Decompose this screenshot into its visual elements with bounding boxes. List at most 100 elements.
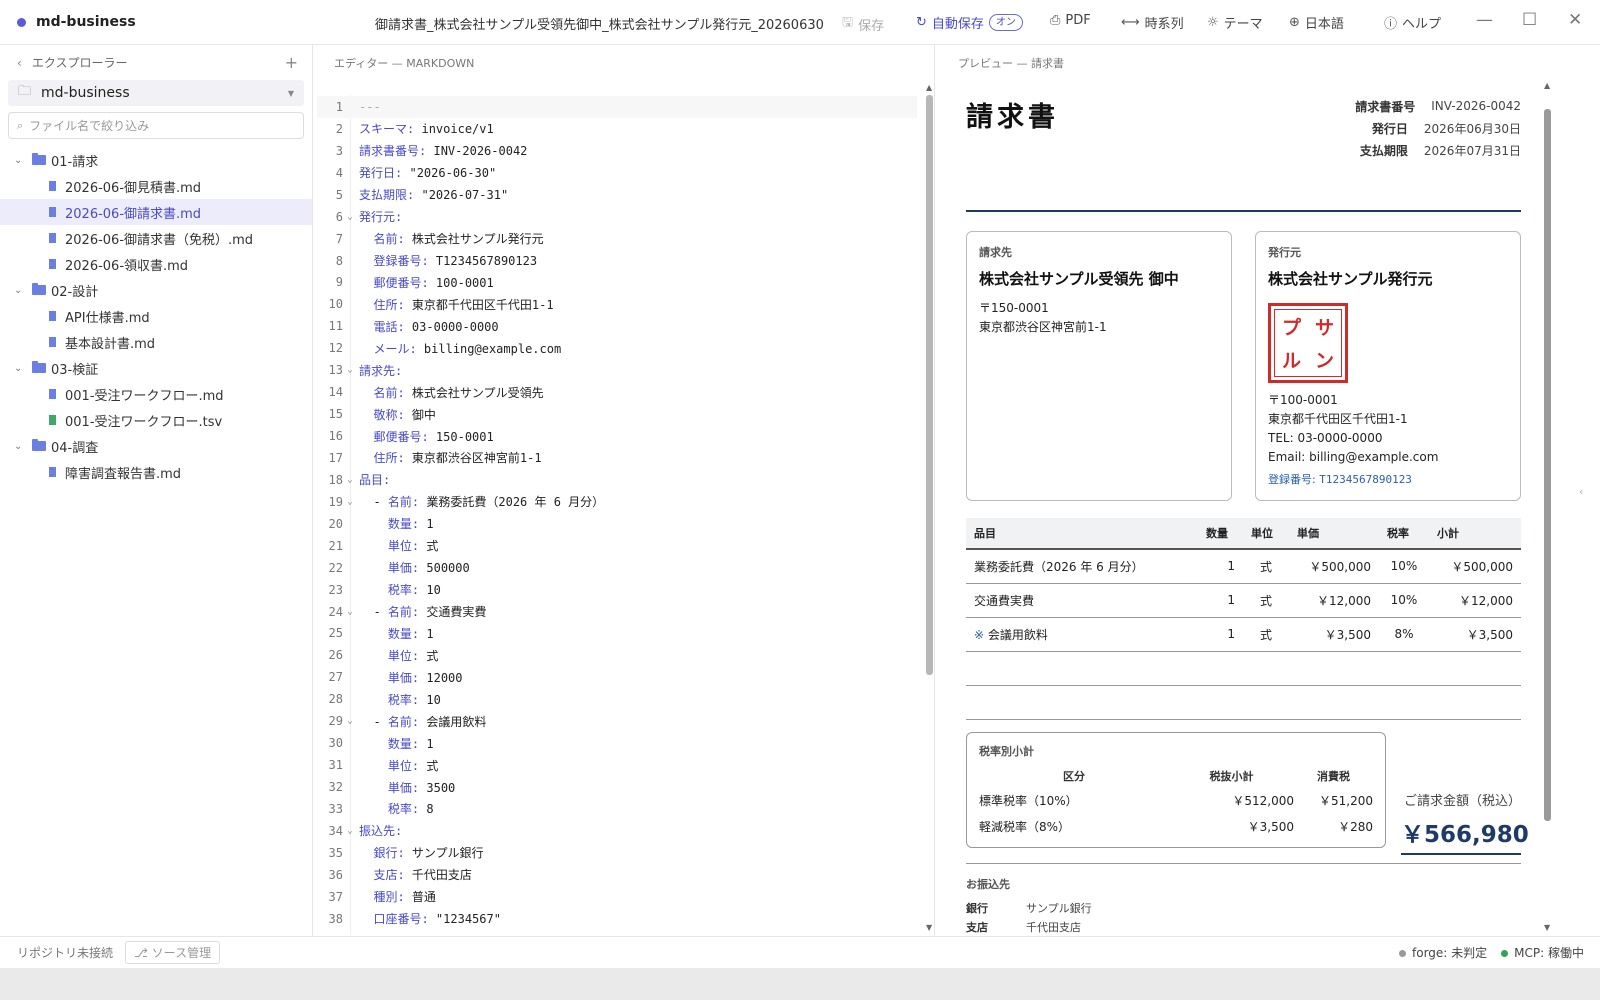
col-price: 単価 [1289, 518, 1379, 550]
minimize-icon[interactable]: — [1476, 10, 1493, 30]
tree-label: 001-受注ワークフロー.md [65, 388, 224, 404]
globe-icon: ⊕ [1289, 15, 1300, 30]
yaml-colon: : [411, 692, 427, 707]
fold-chevron-icon[interactable]: ⌄ [343, 826, 357, 836]
editor-scrollbar[interactable] [926, 95, 933, 675]
empty-cell [1379, 685, 1429, 720]
preview-scroll-down-icon[interactable]: ▼ [1544, 923, 1550, 932]
line-number: 5 [335, 187, 343, 202]
fold-chevron-icon[interactable]: ⌄ [343, 497, 357, 507]
code-line: 19 ⌄ - 名前: 業務委託費（2026 年 6 月分） [317, 491, 917, 513]
source-control-button[interactable]: ⎇ ソース管理 [125, 941, 221, 964]
yaml-value: 1 [426, 736, 434, 751]
tree-file[interactable]: 2026-06-領収書.md [0, 251, 312, 277]
tree-folder[interactable]: ⌄ 01-請求 [0, 147, 312, 173]
help-button[interactable]: ⓘ ヘルプ [1384, 13, 1441, 32]
tree-file[interactable]: 001-受注ワークフロー.md [0, 381, 312, 407]
fold-chevron-icon[interactable]: ⌄ [343, 365, 357, 375]
issuer-name: 株式会社サンプル発行元 [1268, 270, 1433, 288]
code-line: 1 --- [317, 96, 917, 118]
chevron-down-icon: ⌄ [14, 284, 23, 296]
issuer-card: 発行元 株式会社サンプル発行元 プサルン 〒100-0001 東京都千代田区千代… [1255, 231, 1521, 501]
preview-scrollbar[interactable] [1544, 109, 1551, 821]
tree-folder[interactable]: ⌄ 04-調査 [0, 433, 312, 459]
file-filter-input[interactable]: ⌕ ファイル名で絞り込み [8, 112, 304, 139]
code-text: 単価: 3500 [357, 779, 455, 796]
close-icon[interactable]: ✕ [1568, 10, 1582, 30]
pdf-button[interactable]: ⎙ PDF [1050, 13, 1091, 28]
bank-key: 銀行 [966, 901, 988, 915]
yaml-value: invoice/v1 [421, 122, 494, 137]
language-button[interactable]: ⊕ 日本語 [1289, 13, 1344, 32]
yaml-value: 10 [426, 692, 441, 707]
fold-chevron-icon[interactable]: ⌄ [343, 475, 357, 485]
yaml-key: 数量 [387, 626, 412, 641]
yaml-key: 種別 [373, 890, 398, 905]
tree-label: 2026-06-御請求書.md [65, 206, 202, 222]
yaml-colon: : [407, 188, 422, 203]
code-line: 27 単価: 12000 [317, 666, 917, 688]
tree-file[interactable]: 2026-06-御請求書.md [0, 199, 312, 225]
scroll-down-icon[interactable]: ▼ [926, 923, 932, 932]
yaml-key: 住所 [373, 297, 398, 312]
yaml-colon: : [397, 868, 412, 883]
autosave-toggle[interactable]: ↻ 自動保存 オン [916, 13, 1023, 32]
code-line: 17 住所: 東京都渋谷区神宮前1-1 [317, 447, 917, 469]
tree-file[interactable]: 基本設計書.md [0, 329, 312, 355]
yaml-key: 単位 [387, 539, 412, 554]
fold-chevron-icon[interactable]: ⌄ [343, 607, 357, 617]
explorer-header: ‹ エクスプローラー + [0, 45, 312, 80]
history-button[interactable]: ⟷ 時系列 [1121, 13, 1184, 32]
mcp-status: MCP: 稼働中 [1501, 944, 1584, 961]
tree-label: API仕様書.md [65, 310, 150, 326]
code-line: 32 単価: 3500 [317, 776, 917, 798]
line-number: 17 [328, 450, 343, 465]
status-bar: リポジトリ未接続 ⎇ ソース管理 forge: 未判定 MCP: 稼働中 [0, 936, 1600, 968]
workspace-selector[interactable]: 🗀 md-business ▼ [8, 80, 304, 106]
code-text: 支店: 千代田支店 [357, 866, 471, 883]
code-text: 請求先: [357, 362, 409, 379]
yaml-value: 1 [426, 517, 434, 532]
empty-cell [1289, 651, 1379, 686]
fold-chevron-icon[interactable]: ⌄ [343, 716, 357, 726]
collapse-right-icon[interactable]: ‹ [1579, 485, 1583, 498]
add-file-icon[interactable]: + [285, 53, 298, 72]
code-line: 9 郵便番号: 100-0001 [317, 272, 917, 294]
line-number: 30 [328, 736, 343, 751]
preview-scroll-up-icon[interactable]: ▲ [1544, 81, 1550, 90]
save-button[interactable]: 🖫 保存 [842, 13, 884, 35]
printer-icon: ⎙ [1050, 13, 1061, 28]
total-value: ￥566,980 [1401, 815, 1529, 855]
yaml-colon: : [411, 670, 427, 685]
bank-value: サンプル銀行 [1026, 901, 1092, 915]
collapse-sidebar-icon[interactable]: ‹ [17, 56, 22, 70]
tree-file[interactable]: 2026-06-御請求書（免税）.md [0, 225, 312, 251]
scroll-up-icon[interactable]: ▲ [926, 83, 932, 92]
file-tree: ⌄ 01-請求 2026-06-御見積書.md 2026-06-御請求書.md 2026… [0, 147, 312, 485]
tree-folder[interactable]: ⌄ 03-検証 [0, 355, 312, 381]
tree-file[interactable]: 2026-06-御見積書.md [0, 173, 312, 199]
theme-button[interactable]: ☼ テーマ [1207, 13, 1263, 32]
fold-chevron-icon[interactable]: ⌄ [343, 212, 357, 222]
line-number: 38 [328, 911, 343, 926]
code-line: 36 支店: 千代田支店 [317, 864, 917, 886]
line-number: 11 [328, 319, 343, 334]
line-number: 4 [335, 165, 343, 180]
tree-file[interactable]: 001-受注ワークフロー.tsv [0, 407, 312, 433]
tree-file[interactable]: 障害調査報告書.md [0, 459, 312, 485]
item-unit: 式 [1243, 617, 1289, 652]
code-line: 16 郵便番号: 150-0001 [317, 425, 917, 447]
tree-folder[interactable]: ⌄ 02-設計 [0, 277, 312, 303]
tree-file[interactable]: API仕様書.md [0, 303, 312, 329]
code-line: 34 ⌄ 振込先: [317, 820, 917, 842]
line-number: 33 [328, 801, 343, 816]
tax-summary-box: 税率別小計 区分 税抜小計 消費税 標準税率（10%） ￥512,000 ￥51,2… [966, 732, 1386, 848]
code-area[interactable]: 1 --- 2 スキーマ: invoice/v1 3 請求書番号: INV-2026-00… [317, 96, 917, 930]
line-number: 2 [335, 121, 343, 136]
yaml-key: 品目 [359, 473, 384, 488]
maximize-icon[interactable]: ☐ [1522, 10, 1537, 30]
yaml-value: 03-0000-0000 [411, 319, 499, 334]
